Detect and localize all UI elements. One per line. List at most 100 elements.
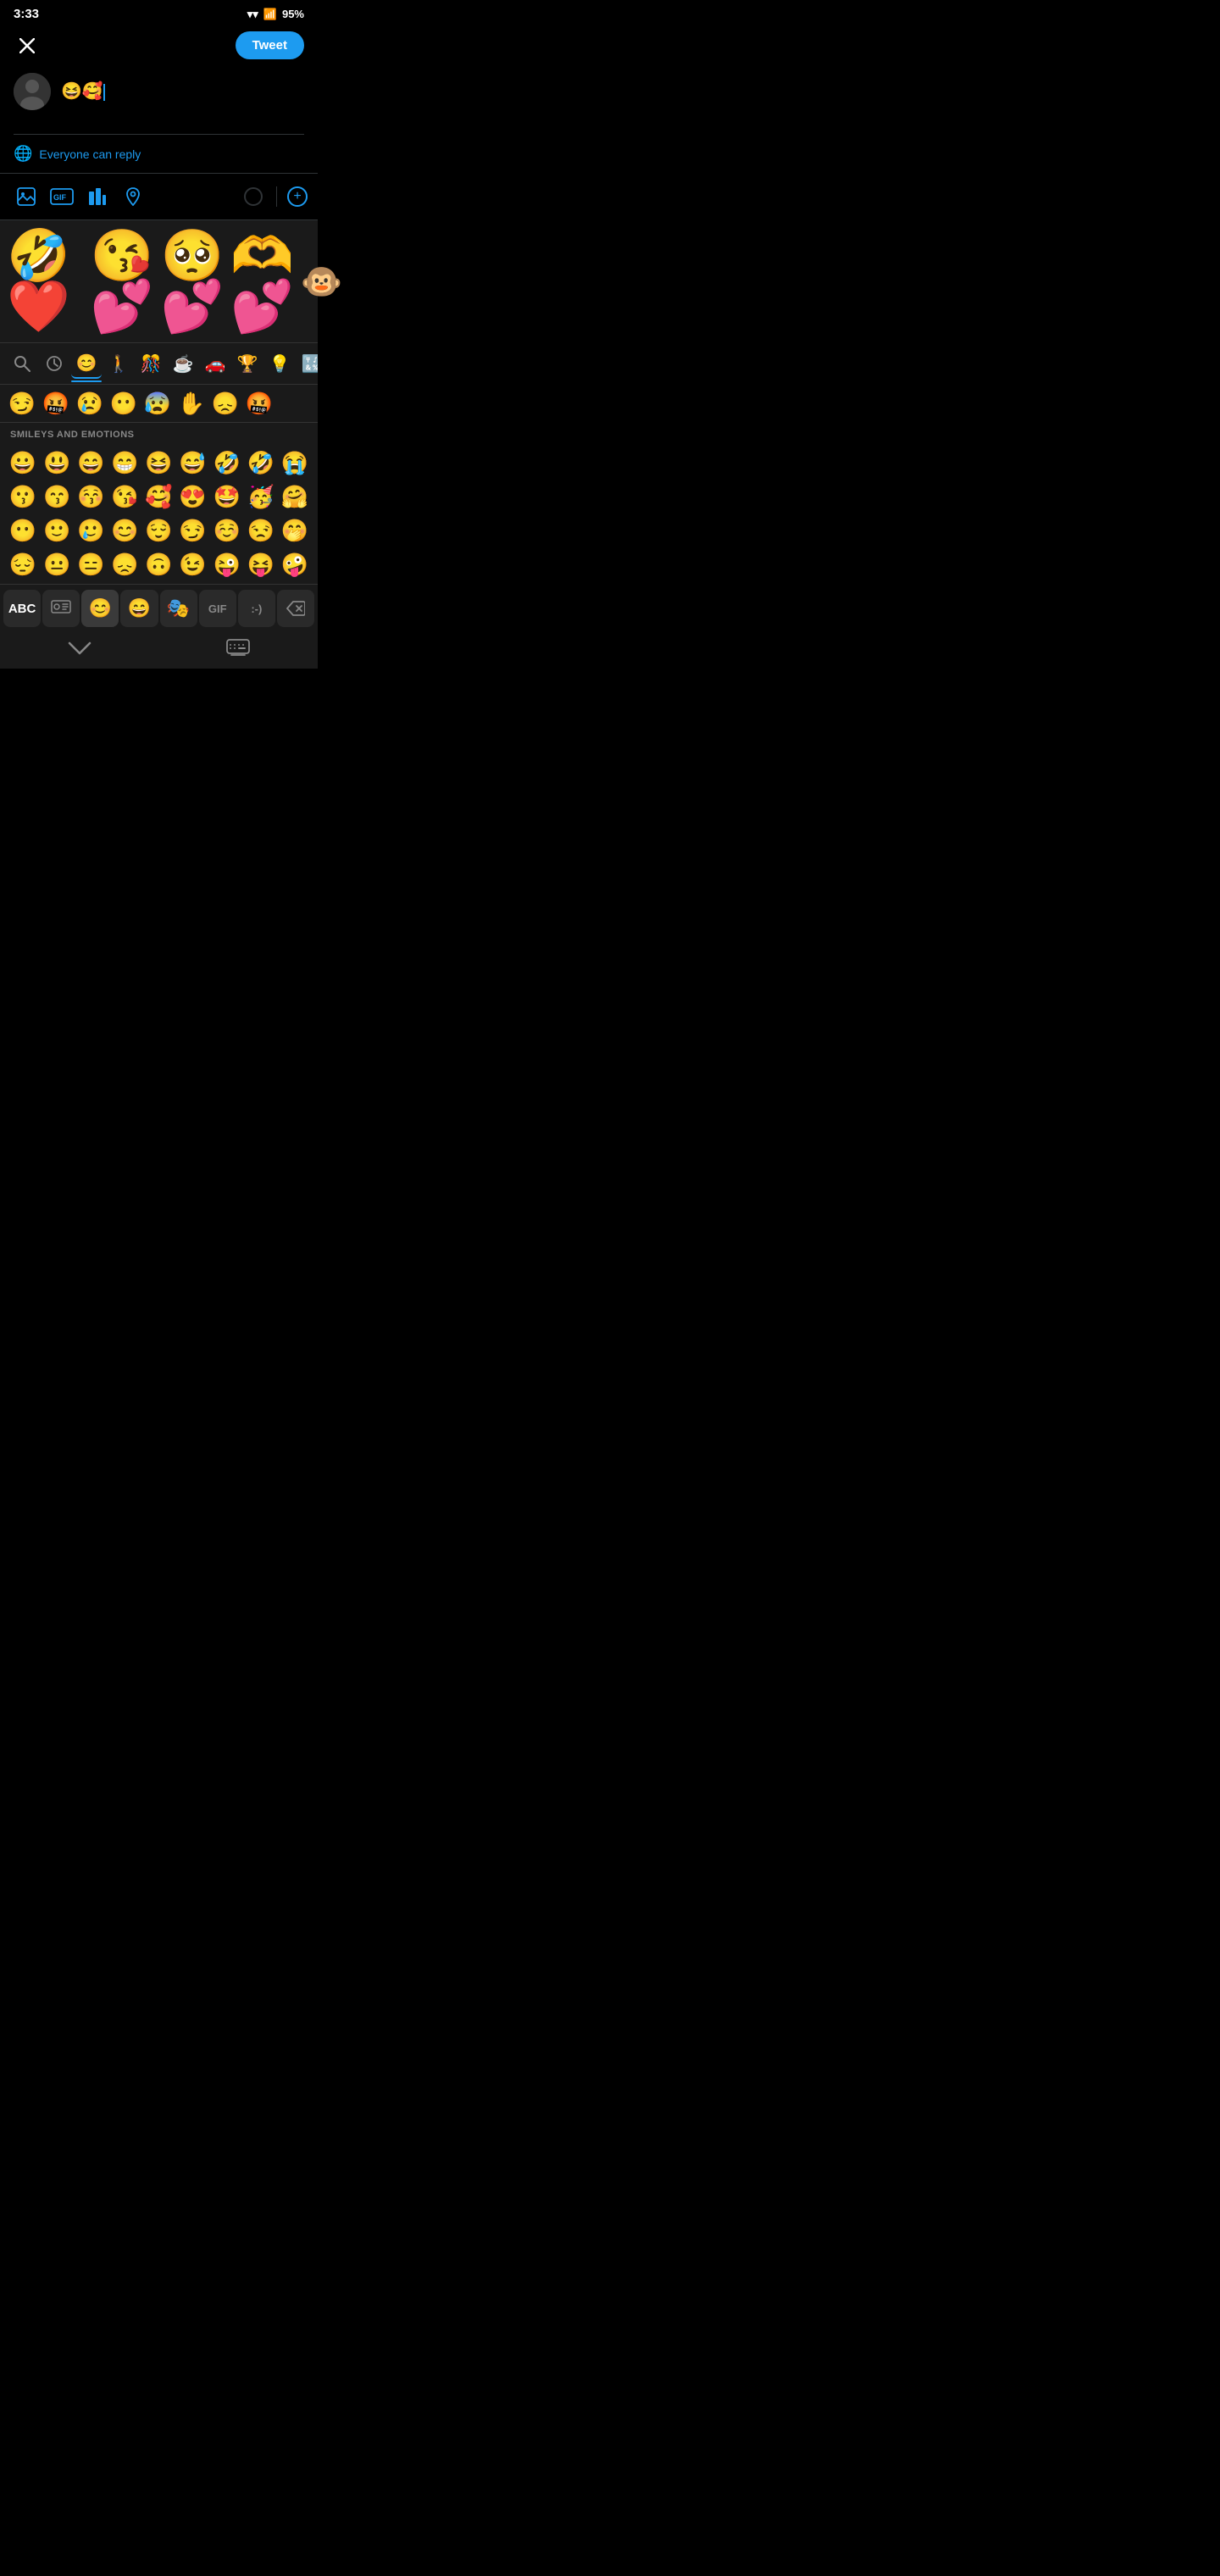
recent-emoji-3[interactable]: 😢 (75, 388, 105, 419)
emoji-expressionless[interactable]: 😑 (75, 548, 107, 580)
emoji-stuck-out-tongue[interactable]: 😝 (245, 548, 277, 580)
cat-travel[interactable]: 🚗 (200, 348, 230, 379)
keyboard-bottom-bar: ABC 😊 😄 🎭 GIF :-) (0, 584, 318, 632)
cat-people[interactable]: 🚶 (103, 348, 134, 379)
emoji-recent-row: 😏 🤬 😢 😶 😰 ✋ 😞 🤬 (0, 385, 318, 423)
emoji-kissing-heart[interactable]: 😘 (108, 480, 141, 513)
text-cursor (103, 84, 105, 101)
abc-button[interactable]: ABC (3, 590, 41, 627)
cat-trophy[interactable]: 🏆 (232, 348, 263, 379)
globe-icon: 🌐 (14, 145, 32, 163)
emoji-suggestions: 🤣❤️ 😘💕 🥺💕 🫶💕 🐵 (0, 220, 318, 343)
emoji-suggestion-2[interactable]: 😘💕 (91, 230, 154, 332)
emoji-suggestion-5[interactable]: 🐵 (301, 262, 343, 302)
emoji-upside-down[interactable]: 🙃 (142, 548, 175, 580)
emoji-relaxed[interactable]: ☺️ (211, 514, 243, 547)
emoji-rofl[interactable]: 🤣 (211, 447, 243, 479)
emoji-suggestion-1[interactable]: 🤣❤️ (7, 230, 70, 332)
location-button[interactable] (117, 180, 149, 213)
emoji-hugging[interactable]: 🤗 (279, 480, 311, 513)
status-icons: ▾▾ 📶 95% (247, 8, 304, 21)
battery: 95% (282, 8, 304, 20)
close-button[interactable] (14, 32, 41, 59)
cat-recent[interactable] (39, 348, 69, 379)
add-tweet-button[interactable]: + (287, 186, 308, 207)
emoji-neutral[interactable]: 😐 (41, 548, 73, 580)
emoji-suggestion-4[interactable]: 🫶💕 (230, 230, 294, 332)
emoji-category-bar: 😊 🚶 🎊 ☕ 🚗 🏆 💡 🔣 🚩 (0, 343, 318, 385)
toolbar-divider (276, 186, 277, 207)
emoji-partying[interactable]: 🥳 (245, 480, 277, 513)
emoji-laughing[interactable]: 😆 (142, 447, 175, 479)
nav-chevron-down[interactable] (68, 641, 92, 659)
emoji-heart-eyes[interactable]: 🥰 (142, 480, 175, 513)
cat-objects[interactable]: ☕ (168, 348, 198, 379)
emoji-relieved[interactable]: 😌 (142, 514, 175, 547)
cat-nature[interactable]: 💡 (264, 348, 295, 379)
character-counter (244, 187, 263, 206)
emoticon-button[interactable]: :-) (238, 590, 275, 627)
toolbar: GIF + (0, 174, 318, 220)
emoji-kissing[interactable]: 😗 (7, 480, 39, 513)
emoji-pensive[interactable]: 😔 (7, 548, 39, 580)
emoji-sweat-smile[interactable]: 😅 (177, 447, 209, 479)
recent-emoji-4[interactable]: 😶 (108, 388, 139, 419)
reply-setting[interactable]: 🌐 Everyone can reply (0, 135, 318, 174)
emoji-wink[interactable]: 😉 (177, 548, 209, 580)
emoji-tear[interactable]: 🥲 (75, 514, 107, 547)
emoji-grinning[interactable]: 😀 (7, 447, 39, 479)
compose-area: 😆🥰 (0, 66, 318, 134)
emoji-zany[interactable]: 🤪 (279, 548, 311, 580)
compose-text[interactable]: 😆🥰 (61, 73, 304, 107)
emoji-section-label: SMILEYS AND EMOTIONS (0, 423, 318, 443)
sticker-button[interactable]: 😄 (120, 590, 158, 627)
emoji-no-mouth[interactable]: 😶 (7, 514, 39, 547)
reply-setting-text: Everyone can reply (39, 147, 141, 161)
emoji-blush[interactable]: 😊 (108, 514, 141, 547)
time: 3:33 (14, 7, 39, 21)
emoji-smiley[interactable]: 😃 (41, 447, 73, 479)
emoji-joy[interactable]: 🤣 (245, 447, 277, 479)
emoji-starstruck2[interactable]: 🤩 (211, 480, 243, 513)
status-bar: 3:33 ▾▾ 📶 95% (0, 0, 318, 25)
emoji-shushing[interactable]: 🤭 (279, 514, 311, 547)
emoji-kissing-closed-eyes[interactable]: 😚 (75, 480, 107, 513)
compose-emoji-content: 😆🥰 (61, 82, 103, 101)
poll-button[interactable] (81, 180, 114, 213)
emoji-grid: 😀 😃 😄 😁 😆 😅 🤣 🤣 😭 😗 😙 😚 😘 🥰 😍 🤩 🥳 🤗 😶 🙂 … (0, 443, 318, 584)
emoji-stuck-out-tongue-wink[interactable]: 😜 (211, 548, 243, 580)
emoji-cry[interactable]: 😭 (279, 447, 311, 479)
gif-button[interactable]: GIF (46, 180, 78, 213)
nav-keyboard[interactable] (226, 639, 250, 662)
recent-emoji-8[interactable]: 🤬 (244, 388, 274, 419)
emoji-star-struck[interactable]: 😍 (177, 480, 209, 513)
image-button[interactable] (10, 180, 42, 213)
cat-activities[interactable]: 🎊 (136, 348, 166, 379)
sticker-search-button[interactable] (42, 590, 80, 627)
recent-emoji-7[interactable]: 😞 (210, 388, 241, 419)
emoji-unamused[interactable]: 😒 (245, 514, 277, 547)
cat-search[interactable] (7, 348, 37, 379)
emoji-smile[interactable]: 😄 (75, 447, 107, 479)
recent-emoji-2[interactable]: 🤬 (41, 388, 71, 419)
delete-button[interactable] (277, 590, 314, 627)
emoji-grin[interactable]: 😁 (108, 447, 141, 479)
recent-emoji-5[interactable]: 😰 (142, 388, 173, 419)
emoji-smirk[interactable]: 😏 (177, 514, 209, 547)
memoji-button[interactable]: 🎭 (160, 590, 197, 627)
recent-emoji-6[interactable]: ✋ (176, 388, 207, 419)
tweet-button[interactable]: Tweet (236, 31, 304, 59)
header: Tweet (0, 25, 318, 66)
keyboard-function-row: ABC 😊 😄 🎭 GIF :-) (3, 590, 314, 627)
cat-symbols[interactable]: 🔣 (297, 348, 318, 379)
cat-smileys[interactable]: 😊 (71, 348, 102, 379)
signal-icon: 📶 (263, 8, 277, 21)
nav-bar (0, 632, 318, 669)
emoji-kissing-smiling[interactable]: 😙 (41, 480, 73, 513)
gif-keyboard-button[interactable]: GIF (199, 590, 236, 627)
emoji-slightly-smiling[interactable]: 🙂 (41, 514, 73, 547)
emoji-button[interactable]: 😊 (81, 590, 119, 627)
emoji-disappointed[interactable]: 😞 (108, 548, 141, 580)
recent-emoji-1[interactable]: 😏 (7, 388, 37, 419)
emoji-suggestion-3[interactable]: 🥺💕 (160, 230, 224, 332)
